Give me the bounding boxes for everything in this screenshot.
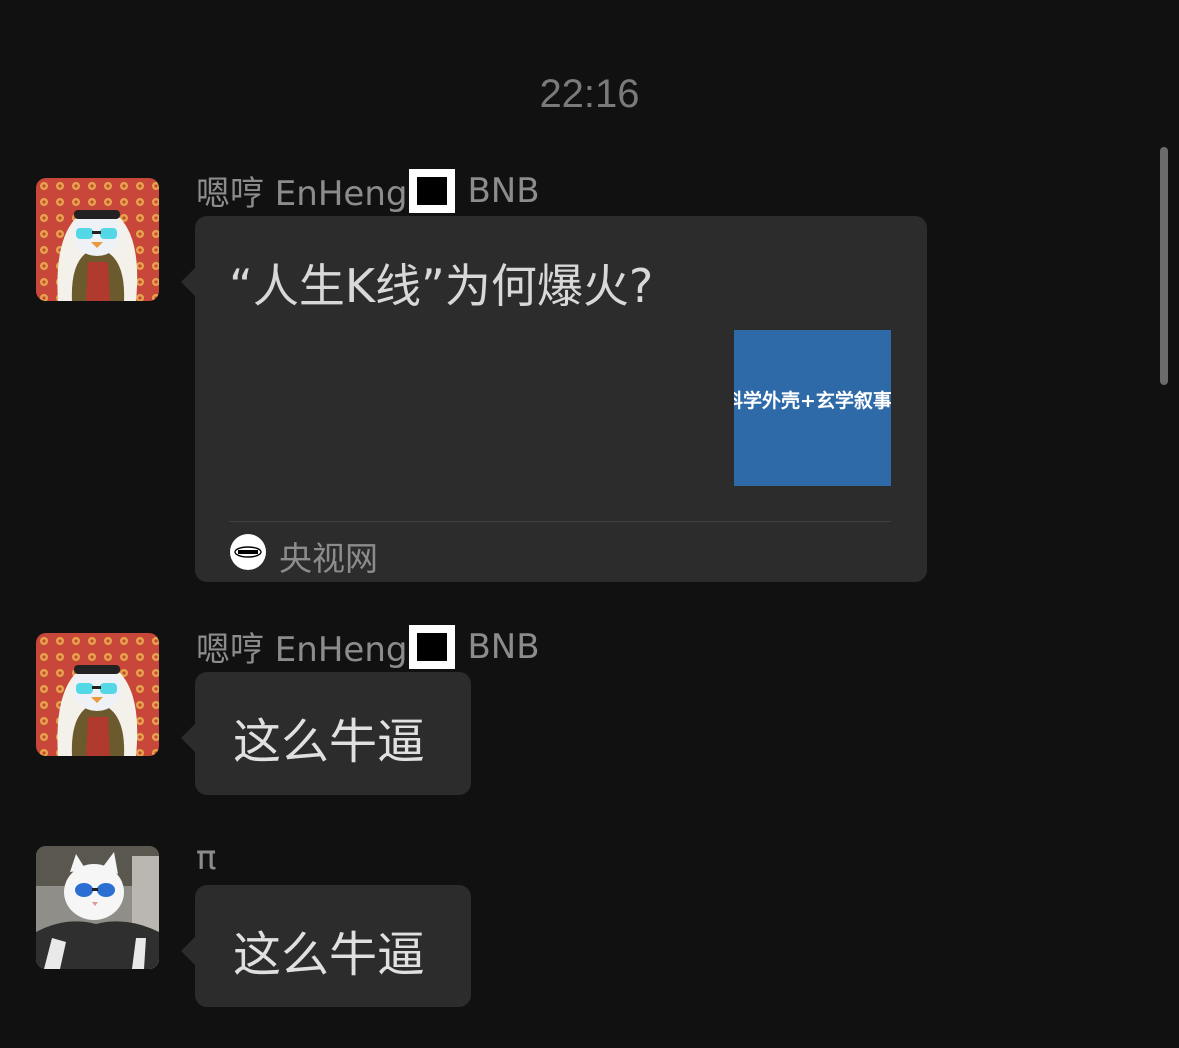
sender-name-text: π <box>196 838 217 878</box>
chat-view: 22:16 嗯哼 EnHeng BNB “人生K线”为何爆火? 科学外壳+玄学叙… <box>0 0 1179 1048</box>
black-square-icon <box>409 168 456 213</box>
cat-sunglasses-avatar <box>36 846 159 969</box>
sender-name-suffix: BNB <box>467 170 540 211</box>
scrollbar[interactable] <box>1160 147 1168 385</box>
sender-name-text: 嗯哼 EnHeng <box>196 630 408 670</box>
link-card-source: 央视网 <box>279 539 378 578</box>
sender-name-text: 嗯哼 EnHeng <box>196 174 408 214</box>
sender-name: 嗯哼 EnHeng BNB <box>196 166 540 215</box>
sender-name: 嗯哼 EnHeng BNB <box>196 622 540 671</box>
card-divider <box>229 521 891 522</box>
link-card-thumbnail: 科学外壳+玄学叙事 <box>734 330 891 486</box>
message-text: 这么牛逼 <box>233 927 426 983</box>
arab-penguin-avatar <box>36 178 159 301</box>
sender-name-suffix: BNB <box>467 626 540 667</box>
sender-name: π <box>196 838 216 878</box>
black-square-icon <box>409 624 456 669</box>
avatar[interactable] <box>36 178 159 301</box>
cctv-logo-icon <box>230 534 266 570</box>
link-card[interactable]: “人生K线”为何爆火? 科学外壳+玄学叙事 央视网 <box>181 216 927 582</box>
avatar[interactable] <box>36 846 159 969</box>
message-bubble[interactable]: 这么牛逼 <box>181 672 471 795</box>
arab-penguin-avatar <box>36 633 159 756</box>
avatar[interactable] <box>36 633 159 756</box>
message-text: 这么牛逼 <box>233 714 426 770</box>
message-timestamp: 22:16 <box>539 72 640 116</box>
link-card-title: “人生K线”为何爆火? <box>229 259 654 313</box>
message-bubble[interactable]: 这么牛逼 <box>181 885 471 1007</box>
thumbnail-caption: 科学外壳+玄学叙事 <box>734 390 891 412</box>
